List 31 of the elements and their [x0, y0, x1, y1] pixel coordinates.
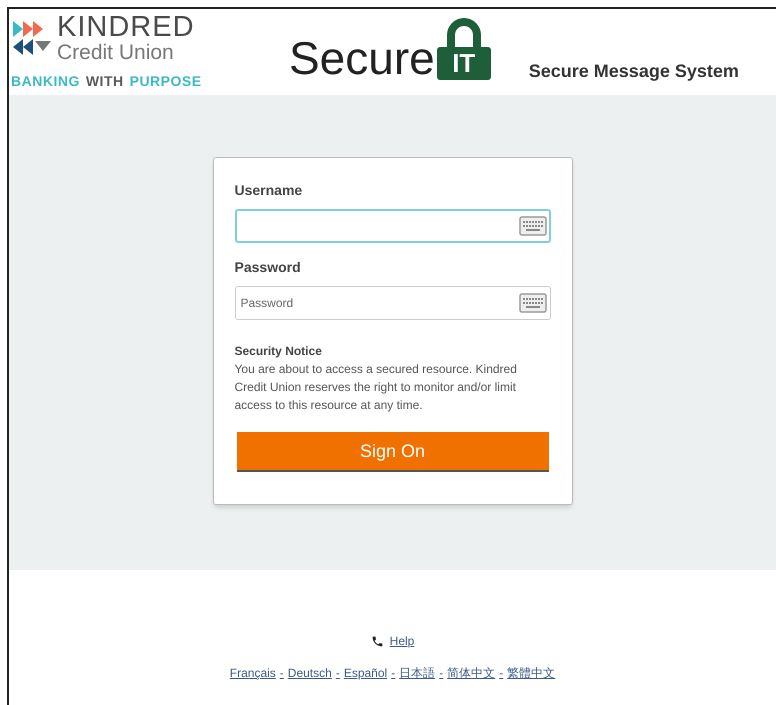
input-field[interactable] — [234, 209, 550, 243]
language-link[interactable]: Français — [230, 664, 276, 682]
language-link[interactable]: Deutsch — [288, 664, 332, 682]
brand-tagline: BANKING — [11, 72, 80, 91]
product-word: Secure — [289, 35, 435, 81]
brand-name: KINDRED — [57, 13, 195, 42]
language-link[interactable]: 日本語 — [399, 664, 436, 682]
keyboard-icon[interactable] — [518, 293, 546, 313]
separator: - — [439, 665, 444, 682]
language-link[interactable]: Español — [344, 664, 388, 682]
language-link[interactable]: 简体中文 — [447, 664, 496, 682]
phone-icon — [370, 634, 384, 648]
language-link[interactable]: 繁體中文 — [507, 664, 556, 682]
brand-tagline: PURPOSE — [130, 72, 202, 91]
logo-mark-icon — [11, 19, 53, 57]
separator: - — [499, 665, 504, 682]
input-field[interactable]: Password — [234, 286, 550, 320]
lock-text: IT — [451, 50, 476, 76]
separator: - — [280, 665, 284, 682]
product-title: Secure Message System — [528, 60, 739, 83]
field-label: Password — [234, 258, 302, 277]
keyboard-icon[interactable] — [518, 216, 546, 236]
help-link[interactable]: Help — [390, 632, 414, 650]
notice-text: You are about to access a secured resource. Kindred Credit Union reserves the right to monitor and/or limit access to this resource at any time. — [234, 361, 518, 414]
separator: - — [391, 665, 396, 682]
brand-subtitle: Credit Union — [57, 42, 175, 63]
separator: - — [336, 665, 340, 682]
brand-tagline: WITH — [86, 72, 124, 91]
padlock-icon — [434, 17, 493, 81]
field-label: Username — [234, 181, 304, 200]
notice-title: Security Notice — [234, 343, 323, 360]
